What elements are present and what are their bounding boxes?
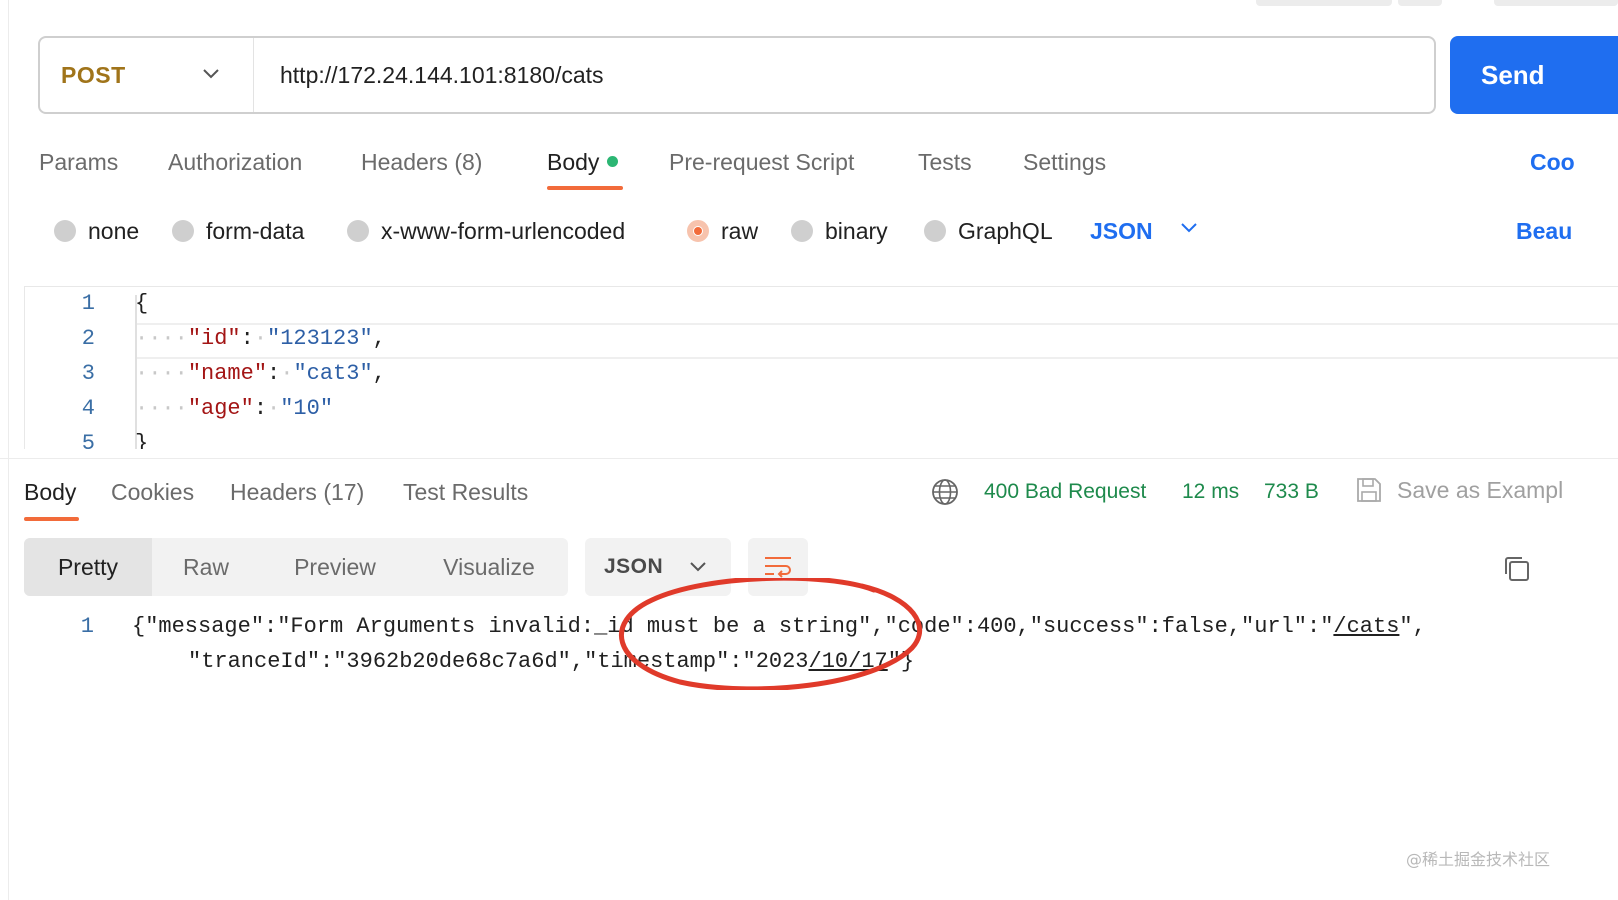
radio-circle-selected	[687, 220, 709, 242]
tab-body[interactable]: Body	[547, 145, 619, 179]
method-select[interactable]: POST	[40, 38, 254, 112]
active-response-tab-underline	[24, 517, 79, 521]
code-line: ····"name":·"cat3",	[135, 361, 386, 386]
tab-params[interactable]: Params	[39, 145, 118, 179]
status-code[interactable]: 400 Bad Request	[984, 476, 1146, 508]
radio-circle	[54, 220, 76, 242]
body-modified-indicator	[607, 156, 619, 168]
response-tab-body[interactable]: Body	[24, 476, 76, 508]
request-url-bar: POST	[38, 36, 1436, 114]
radio-none[interactable]: none	[54, 214, 139, 248]
body-format-select[interactable]: JSON	[1090, 214, 1153, 248]
tab-headers[interactable]: Headers (8)	[361, 145, 482, 179]
response-tab-cookies[interactable]: Cookies	[111, 476, 194, 508]
radio-binary[interactable]: binary	[791, 214, 888, 248]
line-number: 4	[81, 396, 95, 421]
code-line: {	[135, 291, 149, 316]
radio-circle	[791, 220, 813, 242]
chevron-down-icon	[690, 562, 706, 572]
radio-raw[interactable]: raw	[687, 214, 758, 248]
top-toolbar-fragment	[1256, 0, 1392, 6]
radio-x-www-form-urlencoded[interactable]: x-www-form-urlencoded	[347, 214, 625, 248]
code-line: ····"age":·"10"	[135, 396, 334, 421]
tab-pre-request-script[interactable]: Pre-request Script	[669, 145, 854, 179]
chevron-down-icon	[203, 69, 219, 79]
view-mode-group: Pretty Raw Preview Visualize	[24, 538, 568, 596]
watermark: @稀土掘金技术社区	[1406, 850, 1551, 869]
radio-circle	[924, 220, 946, 242]
response-format-select[interactable]: JSON	[585, 538, 731, 596]
line-number: 2	[81, 326, 95, 351]
request-body-editor[interactable]: 1 2 3 4 5 { ····"id":·"123123", ····"nam…	[24, 286, 1618, 449]
line-number: 5	[81, 431, 95, 449]
line-number: 3	[81, 361, 95, 386]
view-preview[interactable]: Preview	[260, 538, 410, 596]
wrap-lines-icon	[765, 557, 791, 578]
url-input[interactable]	[254, 37, 1434, 113]
chevron-down-icon[interactable]	[1180, 222, 1198, 234]
top-toolbar-fragment	[1398, 0, 1442, 6]
response-tab-headers[interactable]: Headers (17)	[230, 476, 364, 508]
copy-icon[interactable]	[1500, 552, 1534, 586]
save-icon[interactable]	[1354, 475, 1384, 505]
view-visualize[interactable]: Visualize	[410, 538, 568, 596]
code-line: ····"id":·"123123",	[135, 326, 386, 351]
radio-circle	[172, 220, 194, 242]
code-line: }	[135, 431, 149, 449]
send-button[interactable]: Send	[1450, 36, 1618, 114]
method-label: POST	[61, 61, 126, 88]
response-body-line: "tranceId":"3962b20de68c7a6d","timestamp…	[188, 649, 915, 674]
wrap-lines-button[interactable]	[748, 538, 808, 596]
response-time[interactable]: 12 ms	[1182, 476, 1239, 508]
radio-circle	[347, 220, 369, 242]
view-raw[interactable]: Raw	[152, 538, 260, 596]
view-pretty[interactable]: Pretty	[24, 538, 152, 596]
radio-graphql[interactable]: GraphQL	[924, 214, 1053, 248]
tab-tests[interactable]: Tests	[918, 145, 972, 179]
tab-authorization[interactable]: Authorization	[168, 145, 302, 179]
radio-form-data[interactable]: form-data	[172, 214, 304, 248]
response-date-link[interactable]: /10/17	[809, 649, 888, 674]
response-body-line: {"message":"Form Arguments invalid:_id m…	[132, 614, 1426, 639]
active-tab-underline	[547, 186, 623, 190]
cookies-link[interactable]: Coo	[1530, 145, 1575, 179]
save-as-example-button[interactable]: Save as Exampl	[1397, 474, 1563, 506]
globe-icon[interactable]	[930, 477, 960, 507]
top-toolbar-fragment	[1494, 0, 1618, 6]
line-number: 1	[81, 291, 95, 316]
response-url-link[interactable]: /cats	[1333, 614, 1399, 639]
window-left-border	[8, 0, 9, 900]
tab-settings[interactable]: Settings	[1023, 145, 1106, 179]
response-line-number: 1	[80, 614, 94, 639]
beautify-link[interactable]: Beau	[1516, 214, 1572, 248]
response-size[interactable]: 733 B	[1264, 476, 1319, 508]
pane-divider[interactable]	[0, 458, 1618, 459]
response-tab-test-results[interactable]: Test Results	[403, 476, 528, 508]
